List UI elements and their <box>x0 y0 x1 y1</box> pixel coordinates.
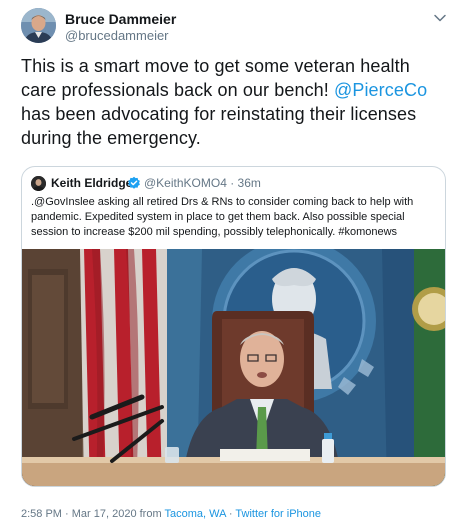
author-handle[interactable]: @brucedammeier <box>65 28 169 44</box>
press-conference-photo <box>22 249 445 486</box>
author-name[interactable]: Bruce Dammeier <box>65 11 176 27</box>
tweet-meta: 2:58 PM · Mar 17, 2020 from Tacoma, WA ·… <box>21 507 321 521</box>
tweet-card: Bruce Dammeier @brucedammeier This is a … <box>0 0 458 529</box>
author-avatar-image <box>21 8 56 43</box>
quoted-author-avatar[interactable] <box>31 176 46 191</box>
quoted-tweet[interactable]: Keith Eldridge @KeithKOMO4 · 36m .@GovIn… <box>21 166 446 487</box>
quoted-tweet-text: .@GovInslee asking all retired Drs & RNs… <box>31 196 414 238</box>
tweet-text-part: has been advocating for reinstating thei… <box>21 104 417 148</box>
chevron-down-icon[interactable] <box>432 10 448 26</box>
tweet-text: This is a smart move to get some veteran… <box>21 54 446 150</box>
author-avatar[interactable] <box>21 8 56 43</box>
quoted-media-image[interactable] <box>22 249 445 486</box>
quoted-avatar-image <box>31 176 46 191</box>
quoted-author-name[interactable]: Keith Eldridge <box>51 176 132 191</box>
verified-badge-icon <box>127 176 141 190</box>
source-link[interactable]: Twitter for iPhone <box>235 508 321 520</box>
quoted-handle-time[interactable]: @KeithKOMO4 · 36m <box>144 176 261 191</box>
location-link[interactable]: Tacoma, WA <box>164 508 225 520</box>
meta-separator: · <box>225 508 236 520</box>
mention-link[interactable]: @PierceCo <box>334 80 427 100</box>
timestamp[interactable]: 2:58 PM · Mar 17, 2020 from <box>21 508 164 520</box>
